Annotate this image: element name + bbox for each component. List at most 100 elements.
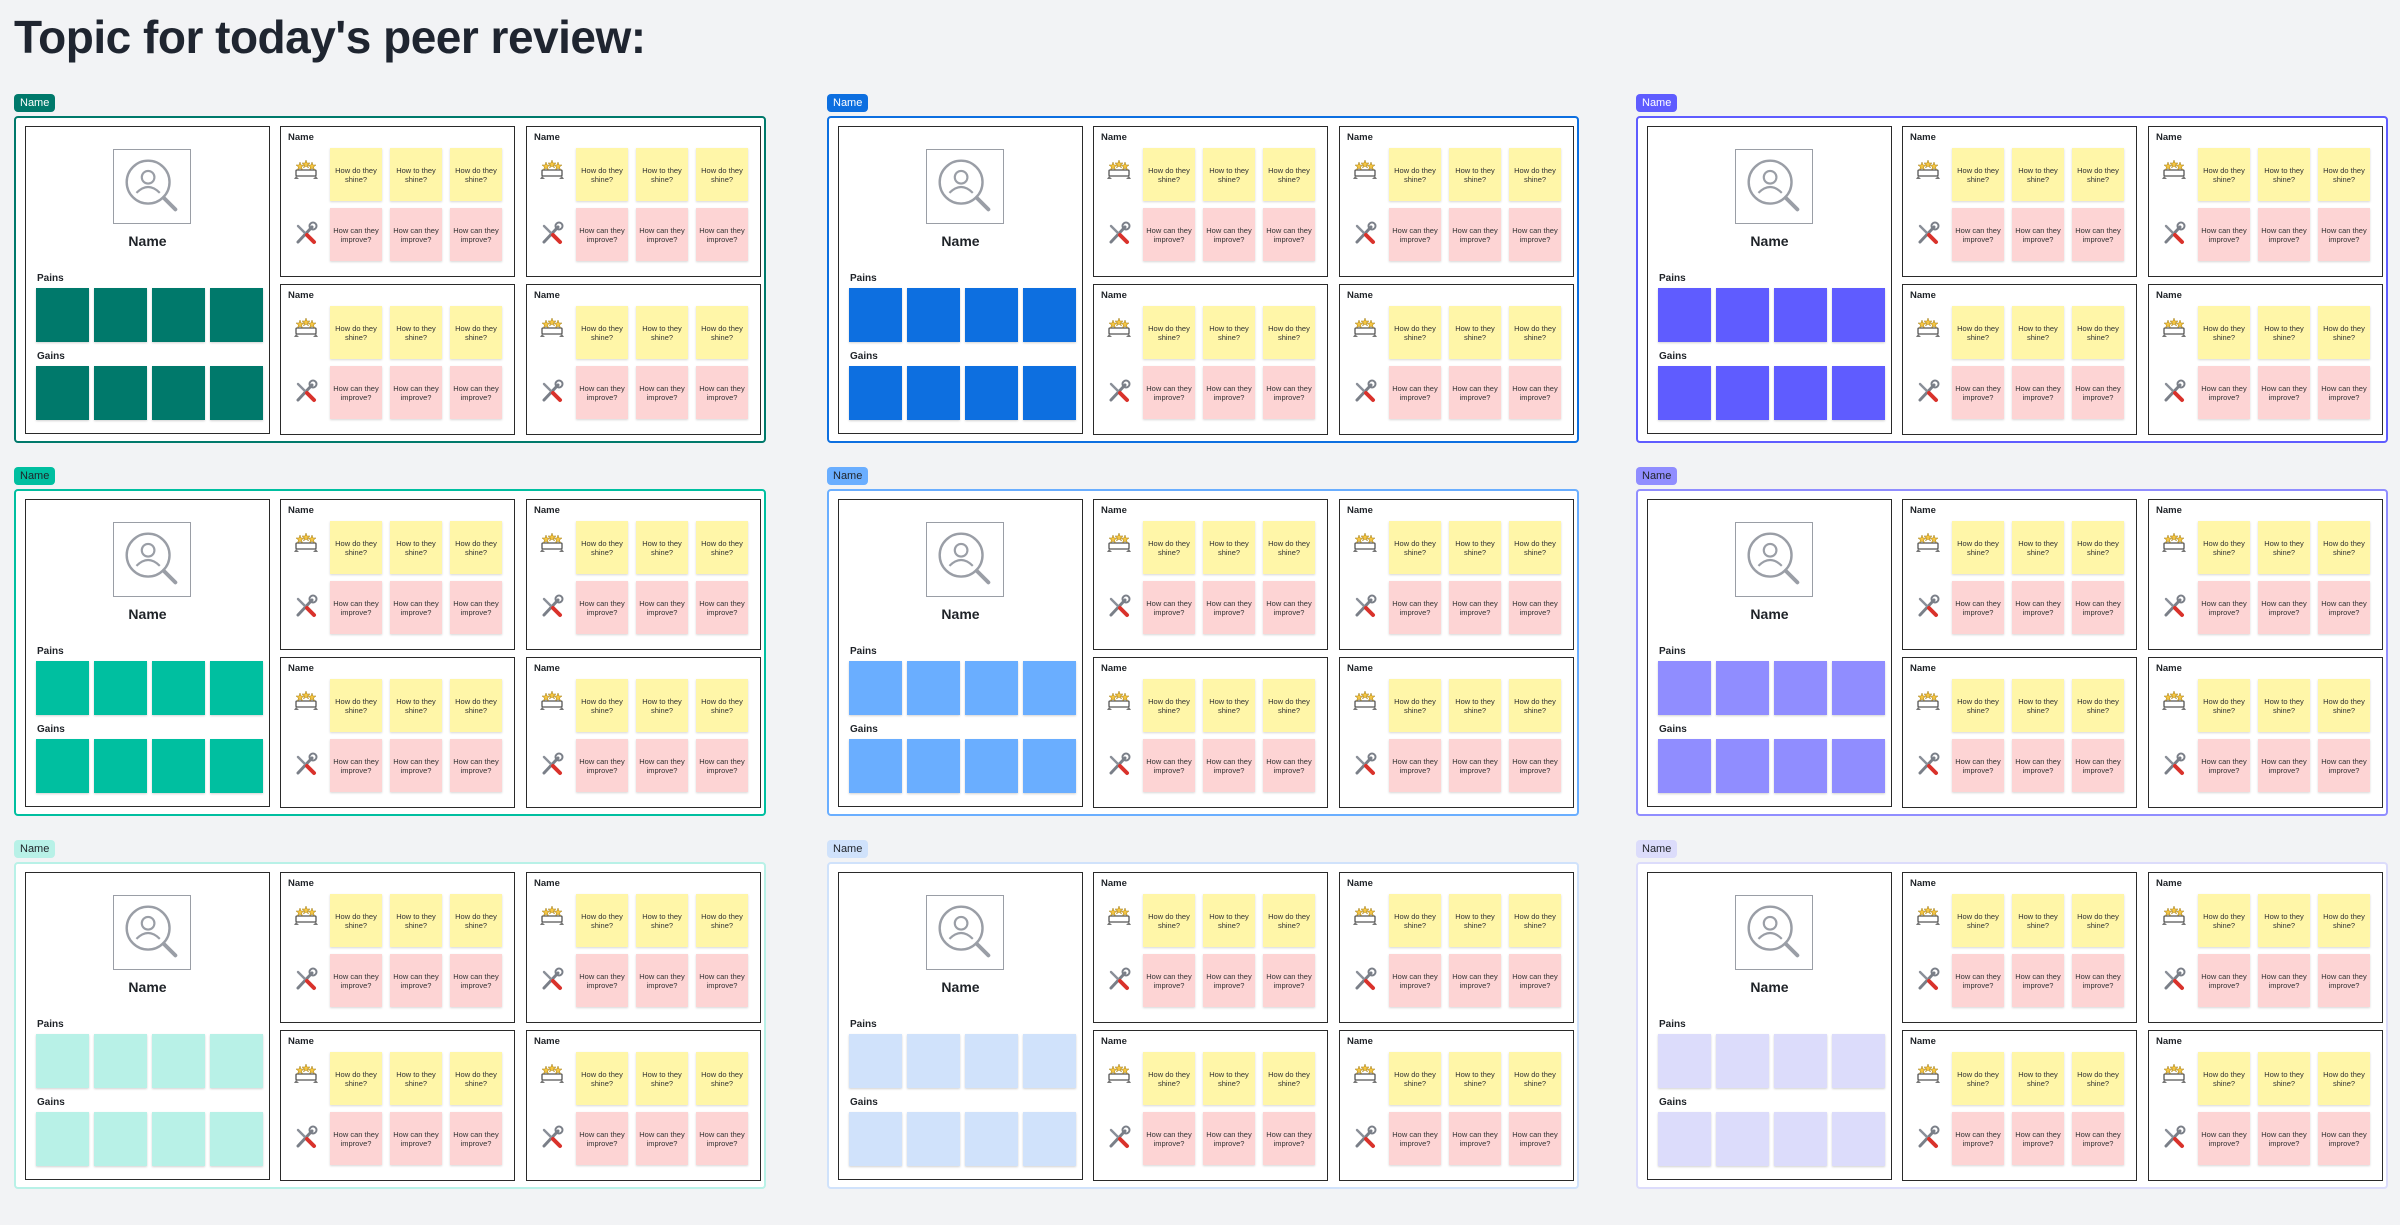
shine-sticky-note[interactable]: How do they shine?	[1263, 306, 1315, 359]
improve-sticky-note[interactable]: How can they improve?	[450, 1112, 502, 1165]
improve-sticky-note[interactable]: How can they improve?	[1449, 1112, 1501, 1165]
peer-review-frame[interactable]: Name Pains Gains Name How do they shine? How …	[14, 489, 766, 816]
improve-sticky-note[interactable]: How can they improve?	[1509, 739, 1561, 792]
improve-sticky-note[interactable]: How can they improve?	[1509, 208, 1561, 261]
shine-sticky-note[interactable]: How do they shine?	[1509, 894, 1561, 947]
improve-sticky-note[interactable]: How can they improve?	[1389, 581, 1441, 634]
improve-sticky-note[interactable]: How can they improve?	[1263, 208, 1315, 261]
shine-sticky-note[interactable]: How do they shine?	[2072, 521, 2124, 574]
shine-sticky-note[interactable]: How do they shine?	[576, 521, 628, 574]
shine-sticky-note[interactable]: How do they shine?	[1952, 148, 2004, 201]
shine-sticky-note[interactable]: How do they shine?	[696, 1052, 748, 1105]
reviewer-name[interactable]: Name	[2156, 290, 2182, 301]
gain-sticky-note[interactable]	[210, 739, 263, 793]
pain-sticky-note[interactable]	[965, 288, 1018, 342]
frame-name-tag[interactable]: Name	[1636, 94, 1678, 112]
improve-sticky-note[interactable]: How can they improve?	[450, 581, 502, 634]
shine-sticky-note[interactable]: How do they shine?	[2072, 1052, 2124, 1105]
improve-sticky-note[interactable]: How can they improve?	[2012, 954, 2064, 1007]
gain-sticky-note[interactable]	[1658, 739, 1711, 793]
person-name[interactable]: Name	[26, 606, 269, 622]
shine-sticky-note[interactable]: How do they shine?	[1389, 679, 1441, 732]
improve-sticky-note[interactable]: How can they improve?	[696, 954, 748, 1007]
shine-sticky-note[interactable]: How to they shine?	[2012, 521, 2064, 574]
gain-sticky-note[interactable]	[210, 1112, 263, 1166]
shine-sticky-note[interactable]: How do they shine?	[576, 894, 628, 947]
person-name[interactable]: Name	[26, 233, 269, 249]
shine-sticky-note[interactable]: How do they shine?	[2318, 894, 2370, 947]
shine-sticky-note[interactable]: How do they shine?	[1143, 894, 1195, 947]
reviewer-name[interactable]: Name	[534, 1036, 560, 1047]
shine-sticky-note[interactable]: How to they shine?	[2012, 148, 2064, 201]
gain-sticky-note[interactable]	[1658, 366, 1711, 420]
shine-sticky-note[interactable]: How to they shine?	[636, 1052, 688, 1105]
improve-sticky-note[interactable]: How can they improve?	[2198, 581, 2250, 634]
improve-sticky-note[interactable]: How can they improve?	[696, 739, 748, 792]
shine-sticky-note[interactable]: How to they shine?	[390, 148, 442, 201]
improve-sticky-note[interactable]: How can they improve?	[330, 581, 382, 634]
gain-sticky-note[interactable]	[1774, 1112, 1827, 1166]
improve-sticky-note[interactable]: How can they improve?	[2198, 1112, 2250, 1165]
reviewer-name[interactable]: Name	[534, 290, 560, 301]
reviewer-name[interactable]: Name	[1347, 505, 1373, 516]
shine-sticky-note[interactable]: How to they shine?	[1449, 521, 1501, 574]
improve-sticky-note[interactable]: How can they improve?	[1389, 366, 1441, 419]
shine-sticky-note[interactable]: How to they shine?	[1203, 1052, 1255, 1105]
improve-sticky-note[interactable]: How can they improve?	[1952, 581, 2004, 634]
improve-sticky-note[interactable]: How can they improve?	[1143, 954, 1195, 1007]
improve-sticky-note[interactable]: How can they improve?	[330, 366, 382, 419]
gain-sticky-note[interactable]	[94, 366, 147, 420]
shine-sticky-note[interactable]: How do they shine?	[1952, 521, 2004, 574]
gain-sticky-note[interactable]	[1716, 739, 1769, 793]
improve-sticky-note[interactable]: How can they improve?	[2072, 954, 2124, 1007]
improve-sticky-note[interactable]: How can they improve?	[636, 954, 688, 1007]
shine-sticky-note[interactable]: How do they shine?	[2198, 679, 2250, 732]
shine-sticky-note[interactable]: How do they shine?	[2072, 894, 2124, 947]
gain-sticky-note[interactable]	[965, 1112, 1018, 1166]
improve-sticky-note[interactable]: How can they improve?	[576, 366, 628, 419]
improve-sticky-note[interactable]: How can they improve?	[1263, 366, 1315, 419]
improve-sticky-note[interactable]: How can they improve?	[2072, 1112, 2124, 1165]
shine-sticky-note[interactable]: How do they shine?	[1263, 1052, 1315, 1105]
reviewer-name[interactable]: Name	[288, 878, 314, 889]
improve-sticky-note[interactable]: How can they improve?	[1263, 954, 1315, 1007]
improve-sticky-note[interactable]: How can they improve?	[696, 581, 748, 634]
gain-sticky-note[interactable]	[849, 1112, 902, 1166]
improve-sticky-note[interactable]: How can they improve?	[696, 208, 748, 261]
shine-sticky-note[interactable]: How do they shine?	[2198, 1052, 2250, 1105]
pain-sticky-note[interactable]	[94, 661, 147, 715]
shine-sticky-note[interactable]: How do they shine?	[1143, 148, 1195, 201]
improve-sticky-note[interactable]: How can they improve?	[1263, 1112, 1315, 1165]
improve-sticky-note[interactable]: How can they improve?	[1143, 366, 1195, 419]
gain-sticky-note[interactable]	[1832, 366, 1885, 420]
gain-sticky-note[interactable]	[1658, 1112, 1711, 1166]
person-name[interactable]: Name	[1648, 606, 1891, 622]
reviewer-name[interactable]: Name	[1910, 505, 1936, 516]
shine-sticky-note[interactable]: How do they shine?	[1143, 679, 1195, 732]
shine-sticky-note[interactable]: How do they shine?	[450, 306, 502, 359]
improve-sticky-note[interactable]: How can they improve?	[2072, 366, 2124, 419]
improve-sticky-note[interactable]: How can they improve?	[2318, 739, 2370, 792]
peer-review-frame[interactable]: Name Pains Gains Name How do they shine? How …	[1636, 489, 2388, 816]
reviewer-name[interactable]: Name	[1101, 878, 1127, 889]
shine-sticky-note[interactable]: How to they shine?	[2258, 306, 2310, 359]
shine-sticky-note[interactable]: How do they shine?	[576, 679, 628, 732]
improve-sticky-note[interactable]: How can they improve?	[1203, 1112, 1255, 1165]
gain-sticky-note[interactable]	[1716, 366, 1769, 420]
gain-sticky-note[interactable]	[1023, 1112, 1076, 1166]
shine-sticky-note[interactable]: How to they shine?	[636, 679, 688, 732]
shine-sticky-note[interactable]: How to they shine?	[2258, 521, 2310, 574]
reviewer-name[interactable]: Name	[2156, 505, 2182, 516]
improve-sticky-note[interactable]: How can they improve?	[1203, 739, 1255, 792]
improve-sticky-note[interactable]: How can they improve?	[2318, 581, 2370, 634]
gain-sticky-note[interactable]	[94, 1112, 147, 1166]
improve-sticky-note[interactable]: How can they improve?	[2318, 366, 2370, 419]
reviewer-name[interactable]: Name	[1101, 505, 1127, 516]
shine-sticky-note[interactable]: How do they shine?	[450, 521, 502, 574]
pain-sticky-note[interactable]	[36, 661, 89, 715]
shine-sticky-note[interactable]: How do they shine?	[576, 1052, 628, 1105]
improve-sticky-note[interactable]: How can they improve?	[2198, 954, 2250, 1007]
improve-sticky-note[interactable]: How can they improve?	[576, 739, 628, 792]
improve-sticky-note[interactable]: How can they improve?	[330, 954, 382, 1007]
shine-sticky-note[interactable]: How do they shine?	[330, 679, 382, 732]
